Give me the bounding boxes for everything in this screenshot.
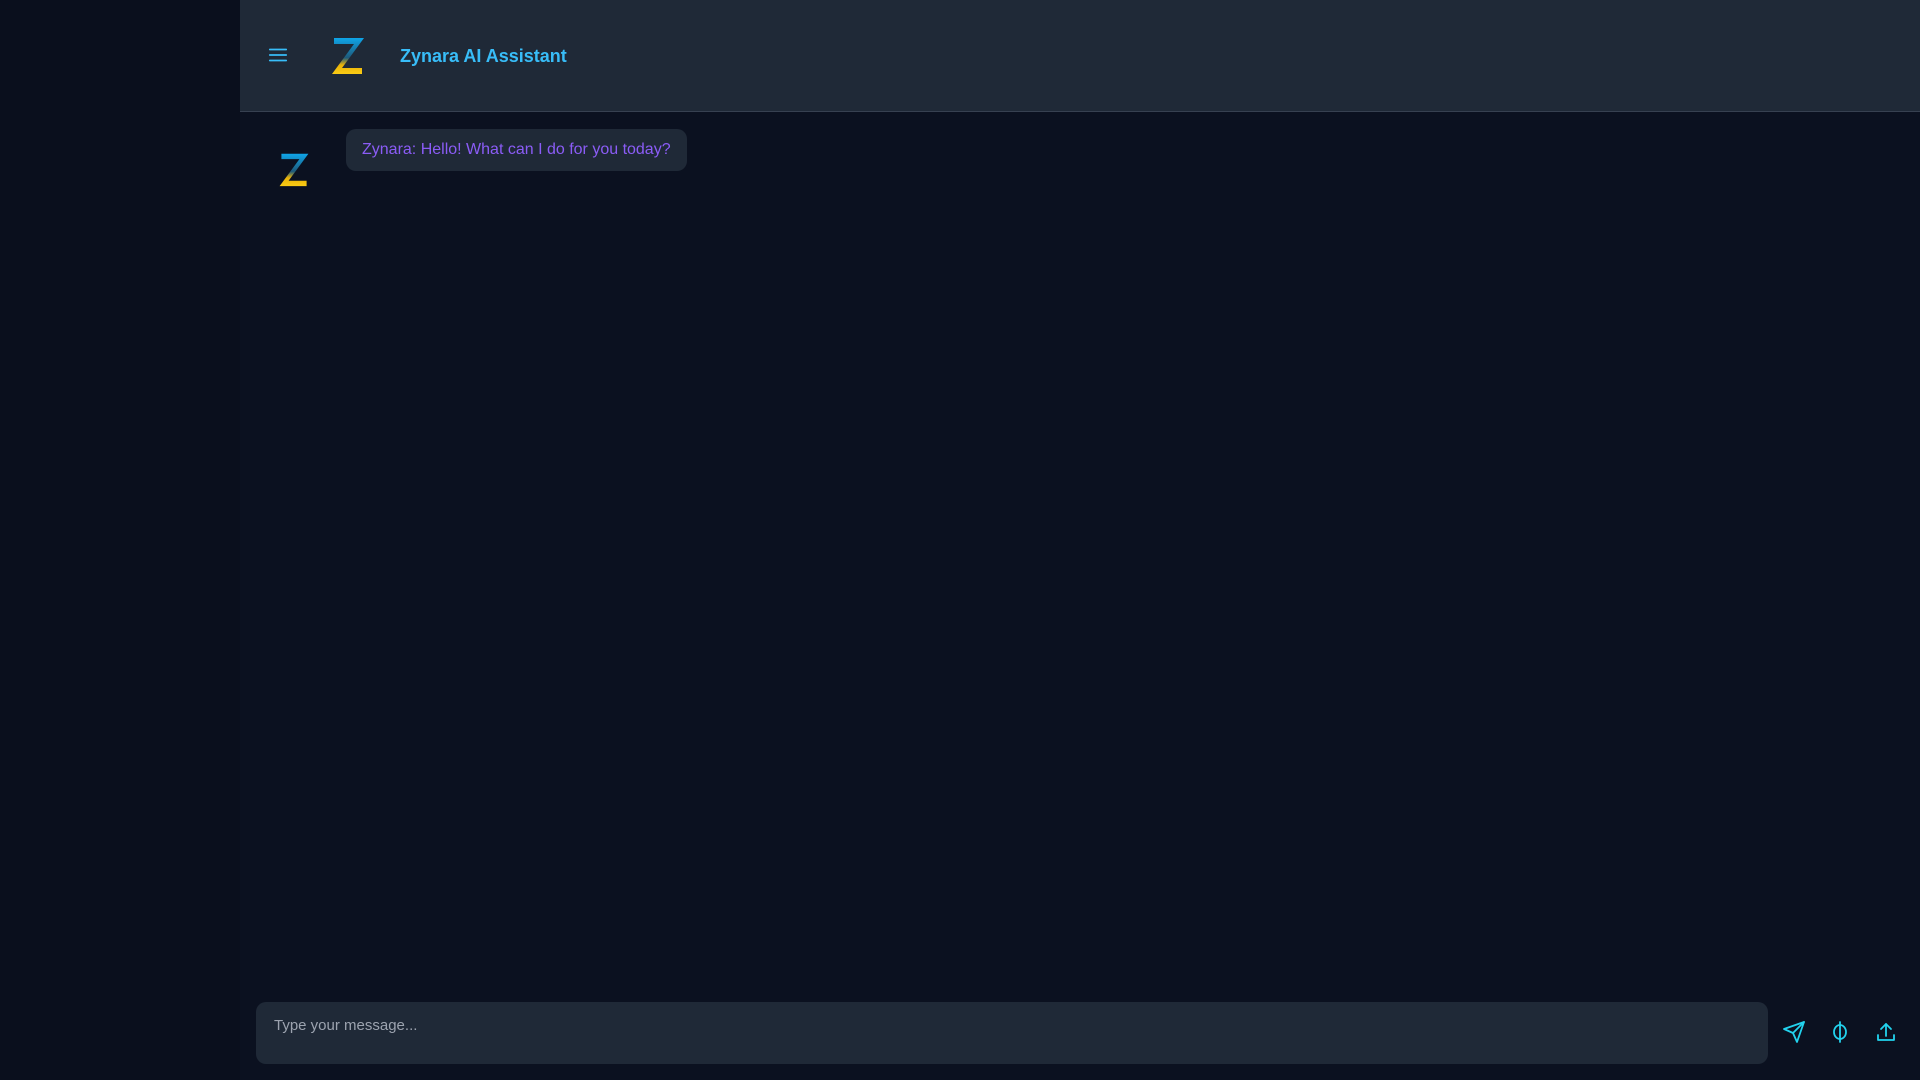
upload-button[interactable]: [1870, 1016, 1902, 1048]
phi-button[interactable]: [1824, 1016, 1856, 1048]
sidebar: [0, 0, 240, 1080]
app-window: Zynara AI Assistant Zynara: Hello! What …: [0, 0, 1920, 1080]
message-input[interactable]: [272, 1002, 1756, 1048]
menu-button[interactable]: [258, 38, 298, 72]
send-button[interactable]: [1778, 1016, 1810, 1048]
assistant-message-bubble: Zynara: Hello! What can I do for you tod…: [346, 129, 687, 171]
send-icon: [1783, 1021, 1805, 1043]
message-row: Zynara: Hello! What can I do for you tod…: [276, 129, 687, 189]
upload-icon: [1877, 1023, 1895, 1041]
message-composer: [256, 1002, 1768, 1064]
hamburger-menu-icon: [268, 48, 288, 62]
zynara-logo-icon: [332, 38, 364, 74]
phi-icon: [1833, 1021, 1847, 1043]
chat-area: Zynara: Hello! What can I do for you tod…: [240, 112, 1920, 992]
header-bar: Zynara AI Assistant: [240, 0, 1920, 112]
zynara-logo-icon: [279, 153, 309, 187]
app-title: Zynara AI Assistant: [400, 46, 567, 66]
main-panel: Zynara AI Assistant Zynara: Hello! What …: [240, 0, 1920, 1080]
